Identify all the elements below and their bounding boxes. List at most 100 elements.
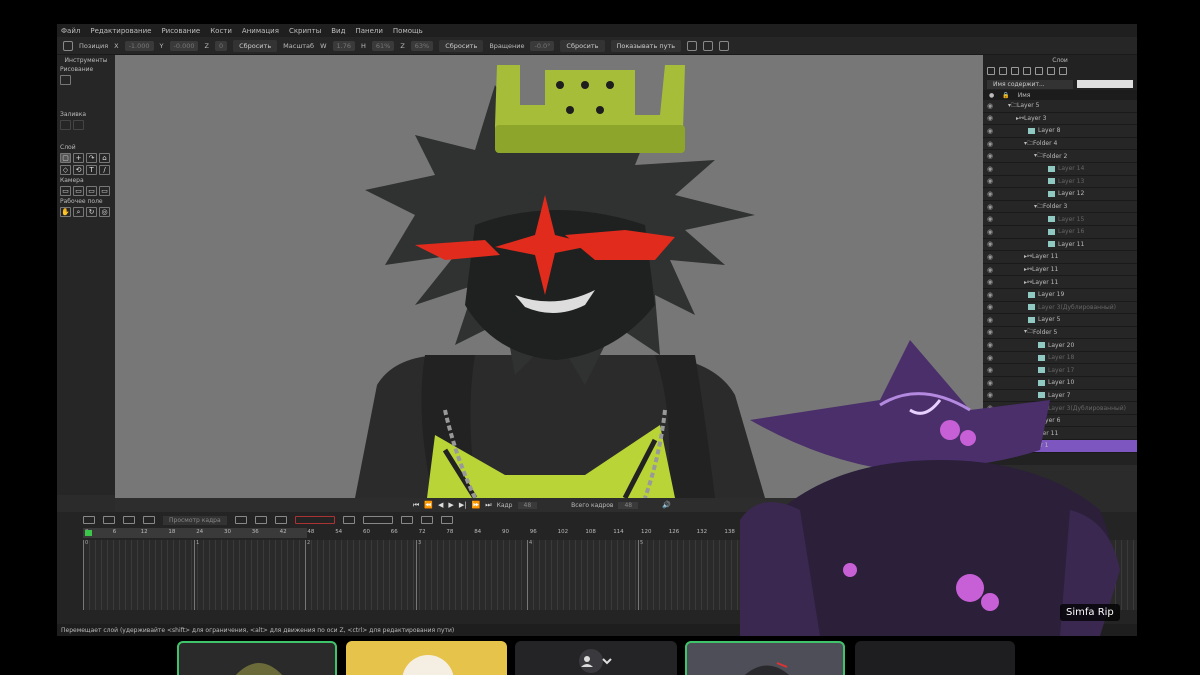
play-range-icon[interactable] bbox=[342, 516, 355, 524]
show-path-button[interactable]: Показывать путь bbox=[610, 39, 682, 52]
visibility-toggle-icon[interactable]: ◉ bbox=[987, 328, 996, 336]
keyframe-marker[interactable] bbox=[85, 530, 92, 536]
menu-scripts[interactable]: Скрипты bbox=[289, 27, 321, 35]
participant-tile[interactable] bbox=[515, 641, 677, 675]
visibility-toggle-icon[interactable]: ◉ bbox=[987, 228, 996, 236]
loop-icon[interactable] bbox=[362, 516, 393, 524]
layer-filter-dropdown[interactable]: Имя содержит... bbox=[987, 79, 1073, 89]
menu-view[interactable]: Вид bbox=[331, 27, 345, 35]
copy-layer-icon[interactable] bbox=[1011, 67, 1019, 75]
layer-row[interactable]: ◉ ▸⚯ Layer 11 bbox=[983, 276, 1137, 289]
frame-input[interactable]: 48 bbox=[517, 501, 538, 509]
pen-icon[interactable]: / bbox=[99, 165, 110, 175]
prev-frame-icon[interactable]: ◀ bbox=[438, 501, 443, 509]
scale-layer-icon[interactable]: ⌂ bbox=[99, 153, 110, 163]
bookmark-icon[interactable] bbox=[420, 516, 433, 524]
camera-track-icon[interactable]: ▭ bbox=[60, 186, 71, 196]
motion-graph-icon[interactable] bbox=[123, 516, 135, 524]
rotate-workspace-icon[interactable]: ↻ bbox=[86, 207, 97, 217]
visibility-toggle-icon[interactable]: ◉ bbox=[987, 253, 996, 261]
step-icon[interactable] bbox=[400, 516, 413, 524]
duplicate-layer-icon[interactable] bbox=[999, 67, 1007, 75]
layer-row[interactable]: ◉ ▸⚯ Layer 11 bbox=[983, 263, 1137, 277]
fill-icon[interactable] bbox=[60, 120, 71, 130]
layer-row[interactable]: ◉ Layer 19 bbox=[983, 288, 1137, 302]
camera-pan-icon[interactable]: ▭ bbox=[99, 186, 110, 196]
menu-animation[interactable]: Анимация bbox=[242, 27, 279, 35]
layer-row[interactable]: ◉ Layer 11 bbox=[983, 238, 1137, 252]
paste-icon[interactable] bbox=[703, 40, 714, 51]
w-field[interactable]: 1.76 bbox=[332, 40, 355, 51]
select-points-icon[interactable] bbox=[60, 75, 71, 85]
visibility-toggle-icon[interactable]: ◉ bbox=[987, 203, 996, 211]
rotate-layer-icon[interactable]: ↷ bbox=[86, 153, 97, 163]
onion-skin-dropdown[interactable]: Просмотр кадра bbox=[163, 515, 227, 525]
move-icon[interactable]: + bbox=[73, 153, 84, 163]
z-field[interactable]: 0 bbox=[214, 40, 228, 51]
layer-row[interactable]: ◉ ▸⚯ Layer 3 bbox=[983, 112, 1137, 126]
volume-icon[interactable]: 🔊 bbox=[662, 501, 671, 509]
next-frame-icon[interactable]: ▶| bbox=[459, 501, 467, 509]
switch-layer-icon[interactable]: ⟲ bbox=[73, 165, 84, 175]
transform-layer-icon[interactable]: ▢ bbox=[60, 153, 71, 163]
keyframe-tool-icon[interactable] bbox=[83, 516, 95, 524]
orbit-icon[interactable]: ◎ bbox=[99, 207, 110, 217]
menu-edit[interactable]: Редактирование bbox=[90, 27, 151, 35]
sequencer-icon[interactable] bbox=[254, 516, 267, 524]
record-icon[interactable] bbox=[274, 516, 287, 524]
copy-icon[interactable] bbox=[687, 40, 698, 51]
menu-bones[interactable]: Кости bbox=[210, 27, 232, 35]
play-icon[interactable]: ▶ bbox=[448, 501, 453, 509]
visibility-toggle-icon[interactable]: ◉ bbox=[987, 240, 996, 248]
visibility-toggle-icon[interactable]: ◉ bbox=[987, 316, 996, 324]
group-layer-icon[interactable] bbox=[1059, 67, 1067, 75]
layer-settings-icon[interactable] bbox=[1047, 67, 1055, 75]
layer-row[interactable]: ◉ ▾🗀 Folder 3 bbox=[983, 200, 1137, 214]
paste-layer-icon[interactable] bbox=[1023, 67, 1031, 75]
visibility-toggle-icon[interactable]: ◉ bbox=[987, 102, 996, 110]
participant-tile[interactable] bbox=[855, 641, 1015, 675]
reset-rotation-button[interactable]: Сбросить bbox=[560, 39, 605, 52]
paint-bucket-icon[interactable] bbox=[73, 120, 84, 130]
rotation-field[interactable]: -0.0° bbox=[530, 40, 555, 51]
reset-scale-button[interactable]: Сбросить bbox=[439, 39, 484, 52]
visibility-toggle-icon[interactable]: ◉ bbox=[987, 291, 996, 299]
layer-row[interactable]: ◉ ▾🗀 Folder 4 bbox=[983, 137, 1137, 151]
total-frames-input[interactable]: 48 bbox=[618, 501, 639, 509]
layer-filter-input[interactable] bbox=[1077, 80, 1133, 88]
participant-tile-speaking[interactable] bbox=[685, 641, 845, 675]
camera-zoom-icon[interactable]: ▭ bbox=[73, 186, 84, 196]
next-key-icon[interactable]: ⏩ bbox=[472, 501, 481, 509]
delete-layer-icon[interactable] bbox=[1035, 67, 1043, 75]
layer-row[interactable]: ◉ Layer 3(Дублированный) bbox=[983, 301, 1137, 315]
camera-roll-icon[interactable]: ▭ bbox=[86, 186, 97, 196]
new-layer-icon[interactable] bbox=[987, 67, 995, 75]
visibility-toggle-icon[interactable]: ◉ bbox=[987, 152, 996, 160]
prev-key-icon[interactable]: ⏪ bbox=[424, 501, 433, 509]
layer-row[interactable]: ◉ ▾🗀 Folder 2 bbox=[983, 150, 1137, 163]
visibility-toggle-icon[interactable]: ◉ bbox=[987, 114, 996, 122]
layer-row[interactable]: ◉ Layer 5 bbox=[983, 314, 1137, 327]
layer-row[interactable]: ◉ Layer 14 bbox=[983, 162, 1137, 176]
zoom-icon[interactable]: ⌕ bbox=[73, 207, 84, 217]
menu-draw[interactable]: Рисование bbox=[161, 27, 200, 35]
hand-icon[interactable]: ✋ bbox=[60, 207, 71, 217]
menu-help[interactable]: Помощь bbox=[393, 27, 423, 35]
menu-file[interactable]: Файл bbox=[61, 27, 80, 35]
visibility-toggle-icon[interactable]: ◉ bbox=[987, 190, 996, 198]
h-field[interactable]: 61% bbox=[371, 40, 395, 51]
reset-position-button[interactable]: Сбросить bbox=[233, 39, 278, 52]
text-icon[interactable]: T bbox=[86, 165, 97, 175]
last-frame-icon[interactable]: ⏭ bbox=[485, 501, 491, 510]
key-filter-icon[interactable] bbox=[294, 516, 335, 524]
visibility-toggle-icon[interactable]: ◉ bbox=[987, 215, 996, 223]
participant-tile-speaking[interactable] bbox=[177, 641, 337, 675]
layer-row[interactable]: ◉ Layer 16 bbox=[983, 225, 1137, 239]
layer-row[interactable]: ◉ ▸⚯ Layer 11 bbox=[983, 251, 1137, 264]
layer-row[interactable]: ◉ ▾🗀 Layer 5 bbox=[983, 100, 1137, 113]
visibility-toggle-icon[interactable]: ◉ bbox=[987, 303, 996, 311]
interpolation-icon[interactable] bbox=[103, 516, 115, 524]
camera-icon[interactable] bbox=[440, 516, 453, 524]
visibility-toggle-icon[interactable]: ◉ bbox=[987, 266, 996, 274]
menu-panels[interactable]: Панели bbox=[355, 27, 382, 35]
